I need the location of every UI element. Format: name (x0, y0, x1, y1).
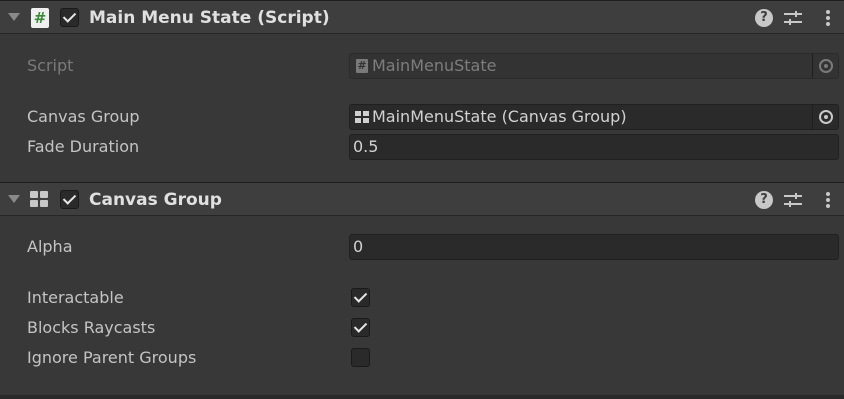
foldout-arrow-icon[interactable] (8, 13, 20, 21)
fade-duration-label: Fade Duration (27, 137, 140, 156)
ignore-parent-groups-label: Ignore Parent Groups (27, 348, 197, 367)
help-icon[interactable]: ? (755, 191, 773, 209)
script-field: # MainMenuState (349, 53, 839, 79)
component-title: Canvas Group (89, 190, 222, 210)
fade-duration-value: 0.5 (353, 137, 379, 156)
blocks-raycasts-label: Blocks Raycasts (27, 318, 156, 337)
script-hash-icon: # (356, 59, 368, 73)
alpha-input[interactable]: 0 (349, 234, 839, 260)
alpha-label: Alpha (27, 237, 73, 256)
context-menu-icon[interactable] (824, 9, 832, 27)
main-menu-state-header[interactable]: # Main Menu State (Script) ? (0, 0, 844, 34)
blocks-raycasts-checkbox[interactable] (351, 318, 370, 337)
interactable-label: Interactable (27, 288, 124, 307)
help-icon[interactable]: ? (755, 9, 773, 27)
component-enabled-checkbox[interactable] (60, 8, 79, 27)
script-label: Script (27, 56, 74, 75)
component-enabled-checkbox[interactable] (60, 190, 79, 209)
foldout-arrow-icon[interactable] (8, 195, 20, 203)
canvas-group-icon (30, 191, 50, 209)
presets-icon[interactable] (784, 191, 802, 209)
canvas-group-header[interactable]: Canvas Group ? (0, 182, 844, 216)
component-divider (0, 395, 844, 399)
ignore-parent-groups-checkbox[interactable] (351, 348, 370, 367)
object-picker-icon[interactable] (812, 105, 838, 129)
object-picker-icon (812, 54, 838, 78)
presets-icon[interactable] (784, 9, 802, 27)
canvas-group-object-field[interactable]: MainMenuState (Canvas Group) (349, 104, 839, 130)
component-title: Main Menu State (Script) (89, 8, 330, 28)
script-icon: # (31, 8, 49, 28)
context-menu-icon[interactable] (824, 191, 832, 209)
alpha-value: 0 (353, 237, 364, 256)
canvas-group-icon (355, 111, 369, 123)
script-value: MainMenuState (372, 56, 497, 75)
canvas-group-value: MainMenuState (Canvas Group) (372, 107, 627, 126)
canvas-group-label: Canvas Group (27, 107, 140, 126)
fade-duration-input[interactable]: 0.5 (349, 134, 839, 160)
interactable-checkbox[interactable] (351, 288, 370, 307)
